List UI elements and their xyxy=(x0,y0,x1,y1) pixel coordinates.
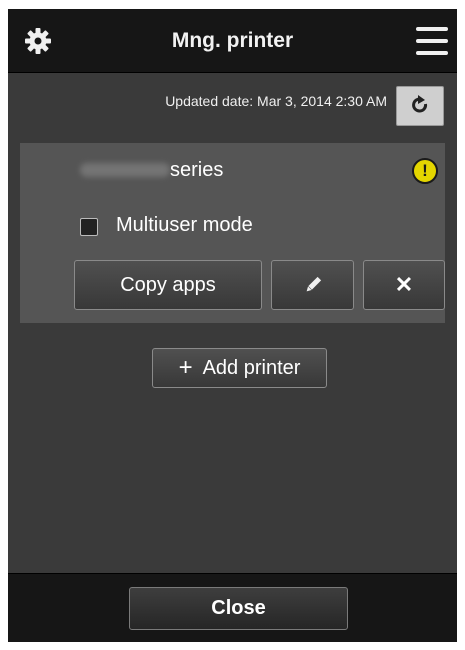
printer-model-name-blurred xyxy=(80,163,170,177)
updated-date-text: Updated date: Mar 3, 2014 2:30 AM xyxy=(165,93,387,109)
copy-apps-label: Copy apps xyxy=(120,273,216,296)
printer-series-label: series xyxy=(170,159,224,181)
delete-printer-button[interactable]: ✕ xyxy=(363,260,445,310)
close-button[interactable]: Close xyxy=(129,587,348,630)
edit-printer-button[interactable] xyxy=(271,260,354,310)
printer-card: series ! Multiuser mode Copy apps ✕ xyxy=(20,143,445,323)
close-button-label: Close xyxy=(211,597,266,619)
page-title: Mng. printer xyxy=(171,29,294,52)
multiuser-mode-label[interactable]: Multiuser mode xyxy=(116,214,253,237)
multiuser-mode-checkbox[interactable] xyxy=(80,218,98,236)
footer-bar: Close xyxy=(8,573,457,642)
header-bar: Mng. printer xyxy=(8,9,457,73)
refresh-button[interactable] xyxy=(396,86,444,126)
warning-icon[interactable]: ! xyxy=(412,158,438,184)
printer-management-screen: Mng. printer Updated date: Mar 3, 2014 2… xyxy=(8,9,457,642)
close-x-icon: ✕ xyxy=(394,272,414,297)
add-printer-label: Add printer xyxy=(202,356,301,379)
copy-apps-button[interactable]: Copy apps xyxy=(74,260,262,310)
add-printer-button[interactable]: + Add printer xyxy=(152,348,327,388)
plus-icon: + xyxy=(178,354,193,381)
refresh-icon xyxy=(412,95,428,113)
hamburger-menu-icon[interactable] xyxy=(416,26,448,56)
main-content: Updated date: Mar 3, 2014 2:30 AM series… xyxy=(8,73,457,573)
gear-icon[interactable] xyxy=(23,26,53,56)
pencil-icon xyxy=(306,276,321,292)
